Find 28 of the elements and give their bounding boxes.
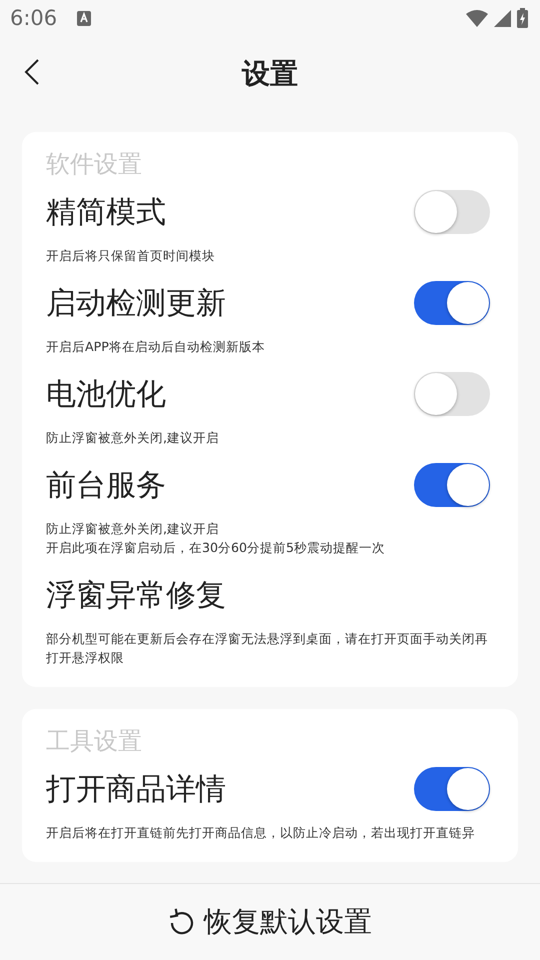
reset-icon	[168, 908, 196, 936]
setting-label: 启动检测更新	[46, 284, 226, 322]
setting-description: 开启后将只保留首页时间模块	[46, 247, 216, 265]
toggle-switch[interactable]	[414, 767, 490, 811]
signal-icon	[494, 10, 511, 26]
setting-label: 精简模式	[46, 194, 166, 232]
setting-label[interactable]: 浮窗异常修复	[46, 574, 226, 616]
page-title: 设置	[242, 56, 298, 92]
toggle-switch[interactable]	[414, 190, 490, 234]
notification-icon	[77, 10, 92, 26]
back-icon	[24, 58, 40, 86]
setting-description: 防止浮窗被意外关闭,建议开启	[46, 520, 220, 538]
setting-description: 防止浮窗被意外关闭,建议开启	[46, 429, 220, 447]
back-button[interactable]	[24, 58, 40, 86]
status-time: 6:06	[10, 6, 58, 30]
reset-button[interactable]: 恢复默认设置	[164, 899, 376, 945]
setting-label: 电池优化	[46, 376, 166, 414]
setting-description: 开启后APP将在启动后自动检测新版本	[46, 338, 266, 356]
setting-description: 开启后将在打开直链前先打开商品信息，以防止冷启动，若出现打开直链异	[46, 824, 476, 842]
toggle-switch[interactable]	[414, 281, 490, 325]
setting-label: 前台服务	[46, 466, 166, 504]
wifi-icon	[466, 10, 488, 26]
setting-description: 部分机型可能在更新后会存在浮窗无法悬浮到桌面，请在打开页面手动关闭再打开悬浮权限	[46, 630, 489, 667]
setting-description: 开启此项在浮窗启动后，在30分60分提前5秒震动提醒一次	[46, 539, 386, 557]
toggle-switch[interactable]	[414, 463, 490, 507]
toggle-switch[interactable]	[414, 372, 490, 416]
setting-label: 打开商品详情	[46, 770, 226, 808]
battery-icon	[517, 8, 528, 28]
